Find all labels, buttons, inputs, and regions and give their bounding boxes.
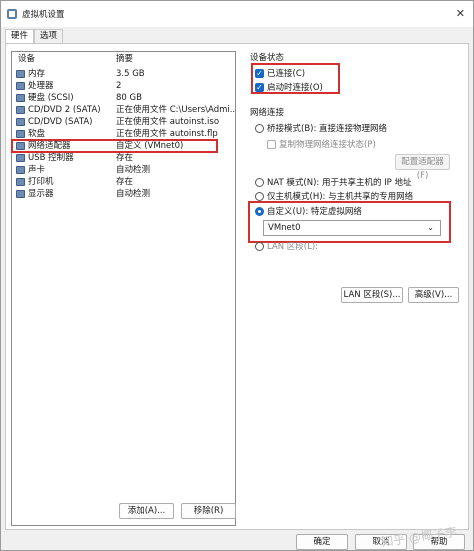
device-name: CD/DVD 2 (SATA) — [28, 105, 101, 115]
device-row-memory[interactable]: 内存 3.5 GB — [12, 68, 235, 80]
device-name: 打印机 — [28, 177, 54, 187]
radio-icon — [255, 123, 264, 133]
advanced-button[interactable]: 高级(V)... — [408, 287, 459, 303]
bridged-radio[interactable]: 桥接模式(B): 直接连接物理网络 — [255, 122, 387, 134]
tab-options[interactable]: 选项 — [34, 29, 64, 43]
usb-icon — [16, 154, 25, 162]
sound-card-icon — [16, 166, 25, 174]
connected-checkbox[interactable]: ✓ 已连接(C) — [255, 67, 305, 79]
device-name: 处理器 — [28, 81, 54, 91]
cd-dvd-icon — [16, 118, 25, 126]
device-row-usb-controller[interactable]: USB 控制器 存在 — [12, 152, 235, 164]
device-summary: 正在使用文件 C:\Users\Admi... — [116, 105, 235, 115]
device-name: 软盘 — [28, 129, 46, 139]
device-name: 内存 — [28, 69, 46, 79]
lan-segment-radio[interactable]: LAN 区段(L): — [255, 240, 318, 252]
device-summary: 3.5 GB — [116, 69, 145, 79]
device-name: CD/DVD (SATA) — [28, 117, 93, 127]
custom-label: 自定义(U): 特定虚拟网络 — [267, 207, 362, 217]
custom-network-select[interactable]: VMnet0 ⌄ — [263, 220, 441, 236]
replicate-state-label: 复制物理网络连接状态(P) — [279, 140, 376, 150]
connect-at-power-on-label: 启动时连接(O) — [267, 83, 323, 93]
device-row-cd-dvd-2[interactable]: CD/DVD 2 (SATA) 正在使用文件 C:\Users\Admi... — [12, 104, 235, 116]
display-icon — [16, 190, 25, 198]
device-summary: 自动检测 — [116, 165, 151, 175]
device-row-network-adapter[interactable]: 网络适配器 自定义 (VMnet0) — [11, 139, 218, 153]
custom-radio[interactable]: 自定义(U): 特定虚拟网络 — [255, 205, 362, 217]
replicate-state-checkbox[interactable]: 复制物理网络连接状态(P) — [267, 138, 376, 150]
memory-icon — [16, 70, 25, 78]
device-name: 声卡 — [28, 165, 46, 175]
device-name: 硬盘 (SCSI) — [28, 93, 74, 103]
device-row-processor[interactable]: 处理器 2 — [12, 80, 235, 92]
device-name: 网络适配器 — [28, 141, 71, 151]
device-row-floppy[interactable]: 软盘 正在使用文件 autoinst.flp — [12, 128, 235, 140]
device-row-sound-card[interactable]: 声卡 自动检测 — [12, 164, 235, 176]
network-connection-title: 网络连接 — [250, 108, 285, 118]
processor-icon — [16, 82, 25, 90]
device-column-header[interactable]: 设备 — [18, 52, 35, 66]
device-summary: 正在使用文件 autoinst.iso — [116, 117, 220, 127]
lan-segments-button[interactable]: LAN 区段(S)... — [341, 287, 403, 303]
hard-disk-icon — [16, 94, 25, 102]
device-summary: 存在 — [116, 153, 134, 163]
device-list-header: 设备 摘要 — [12, 52, 235, 66]
cd-dvd-icon — [16, 106, 25, 114]
tab-hardware[interactable]: 硬件 — [5, 29, 35, 43]
configure-adapters-button[interactable]: 配置适配器(F) — [395, 154, 450, 181]
nat-radio[interactable]: NAT 模式(N): 用于共享主机的 IP 地址 — [255, 176, 412, 188]
radio-icon — [255, 191, 264, 201]
connected-label: 已连接(C) — [267, 69, 306, 79]
device-summary: 2 — [116, 81, 122, 91]
device-summary: 存在 — [116, 177, 134, 187]
radio-icon — [255, 241, 264, 251]
device-list: 设备 摘要 内存 3.5 GB 处理器 2 硬盘 (SCSI) 80 GB CD… — [11, 51, 236, 526]
device-row-hard-disk[interactable]: 硬盘 (SCSI) 80 GB — [12, 92, 235, 104]
bridged-label: 桥接模式(B): 直接连接物理网络 — [267, 124, 388, 134]
nat-label: NAT 模式(N): 用于共享主机的 IP 地址 — [267, 178, 412, 188]
checkmark-icon: ✓ — [255, 68, 264, 78]
add-device-button[interactable]: 添加(A)... — [119, 503, 174, 519]
lan-segment-label: LAN 区段(L): — [267, 242, 319, 252]
device-summary: 自定义 (VMnet0) — [116, 141, 184, 151]
tab-bar: 硬件 选项 — [5, 29, 64, 43]
checkmark-icon: ✓ — [255, 82, 264, 92]
checkbox-icon — [267, 139, 276, 149]
printer-icon — [16, 178, 25, 186]
device-summary: 正在使用文件 autoinst.flp — [116, 129, 218, 139]
summary-column-header[interactable]: 摘要 — [116, 52, 133, 66]
window-title: 虚拟机设置 — [22, 10, 65, 20]
radio-icon — [255, 177, 264, 187]
device-name: 显示器 — [28, 189, 54, 199]
remove-device-button[interactable]: 移除(R) — [181, 503, 236, 519]
connect-at-power-on-checkbox[interactable]: ✓ 启动时连接(O) — [255, 81, 323, 93]
close-icon[interactable]: ✕ — [456, 7, 465, 20]
device-summary: 自动检测 — [116, 189, 151, 199]
device-row-printer[interactable]: 打印机 存在 — [12, 176, 235, 188]
ok-button[interactable]: 确定 — [296, 534, 348, 550]
device-status-title: 设备状态 — [250, 53, 285, 63]
device-row-display[interactable]: 显示器 自动检测 — [12, 188, 235, 200]
chevron-down-icon: ⌄ — [427, 223, 434, 232]
device-summary: 80 GB — [116, 93, 142, 103]
custom-network-value: VMnet0 — [268, 223, 301, 233]
title-bar: 虚拟机设置 ✕ — [1, 1, 473, 27]
radio-icon — [255, 206, 264, 216]
vm-settings-window: 虚拟机设置 ✕ 硬件 选项 设备 摘要 内存 3.5 GB 处理器 2 硬盘 (… — [0, 0, 474, 551]
vmware-logo-icon — [7, 9, 17, 19]
device-row-cd-dvd[interactable]: CD/DVD (SATA) 正在使用文件 autoinst.iso — [12, 116, 235, 128]
floppy-icon — [16, 130, 25, 138]
device-name: USB 控制器 — [28, 153, 74, 163]
network-adapter-icon — [16, 142, 25, 150]
